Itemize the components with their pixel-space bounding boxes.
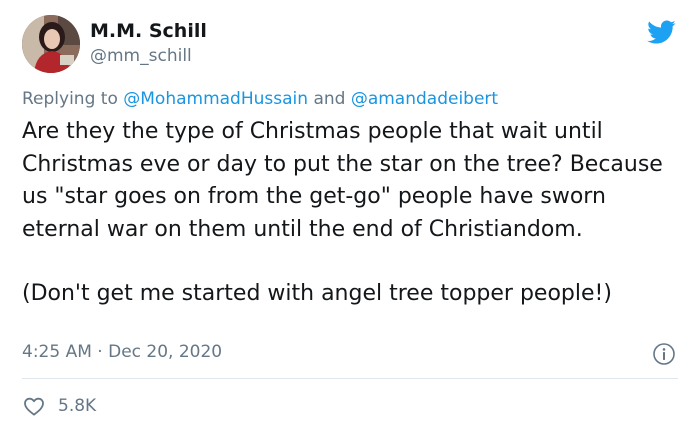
tweet-text: Are they the type of Christmas people th… bbox=[22, 116, 682, 311]
meta-separator: · bbox=[97, 342, 103, 362]
tweet-paragraph: Are they the type of Christmas people th… bbox=[22, 119, 663, 242]
replying-prefix: Replying to bbox=[22, 89, 118, 109]
display-name[interactable]: M.M. Schill bbox=[90, 19, 207, 43]
twitter-bird-icon[interactable] bbox=[644, 17, 678, 47]
mention-link[interactable]: @MohammadHussain bbox=[123, 89, 308, 109]
author-names: M.M. Schill @mm_schill bbox=[90, 19, 207, 67]
tweet-timestamp[interactable]: 4:25 AM · Dec 20, 2020 bbox=[22, 341, 222, 363]
avatar-image bbox=[22, 15, 80, 73]
author-handle[interactable]: @mm_schill bbox=[90, 45, 207, 67]
like-button[interactable]: 5.8K bbox=[22, 393, 96, 419]
divider bbox=[22, 378, 678, 379]
tweet-time: 4:25 AM bbox=[22, 342, 92, 362]
replying-to: Replying to @MohammadHussain and @amanda… bbox=[22, 88, 498, 110]
tweet-date: Dec 20, 2020 bbox=[108, 342, 223, 362]
replying-joiner: and bbox=[313, 89, 346, 109]
tweet-header: M.M. Schill @mm_schill bbox=[22, 15, 678, 75]
like-count: 5.8K bbox=[58, 396, 97, 416]
info-icon[interactable] bbox=[652, 342, 676, 366]
mention-link[interactable]: @amandadeibert bbox=[351, 89, 498, 109]
heart-icon bbox=[24, 397, 44, 416]
tweet-paragraph: (Don't get me started with angel tree to… bbox=[22, 281, 612, 306]
tweet-card: M.M. Schill @mm_schill Replying to @Moha… bbox=[0, 0, 700, 433]
avatar[interactable] bbox=[22, 15, 80, 73]
